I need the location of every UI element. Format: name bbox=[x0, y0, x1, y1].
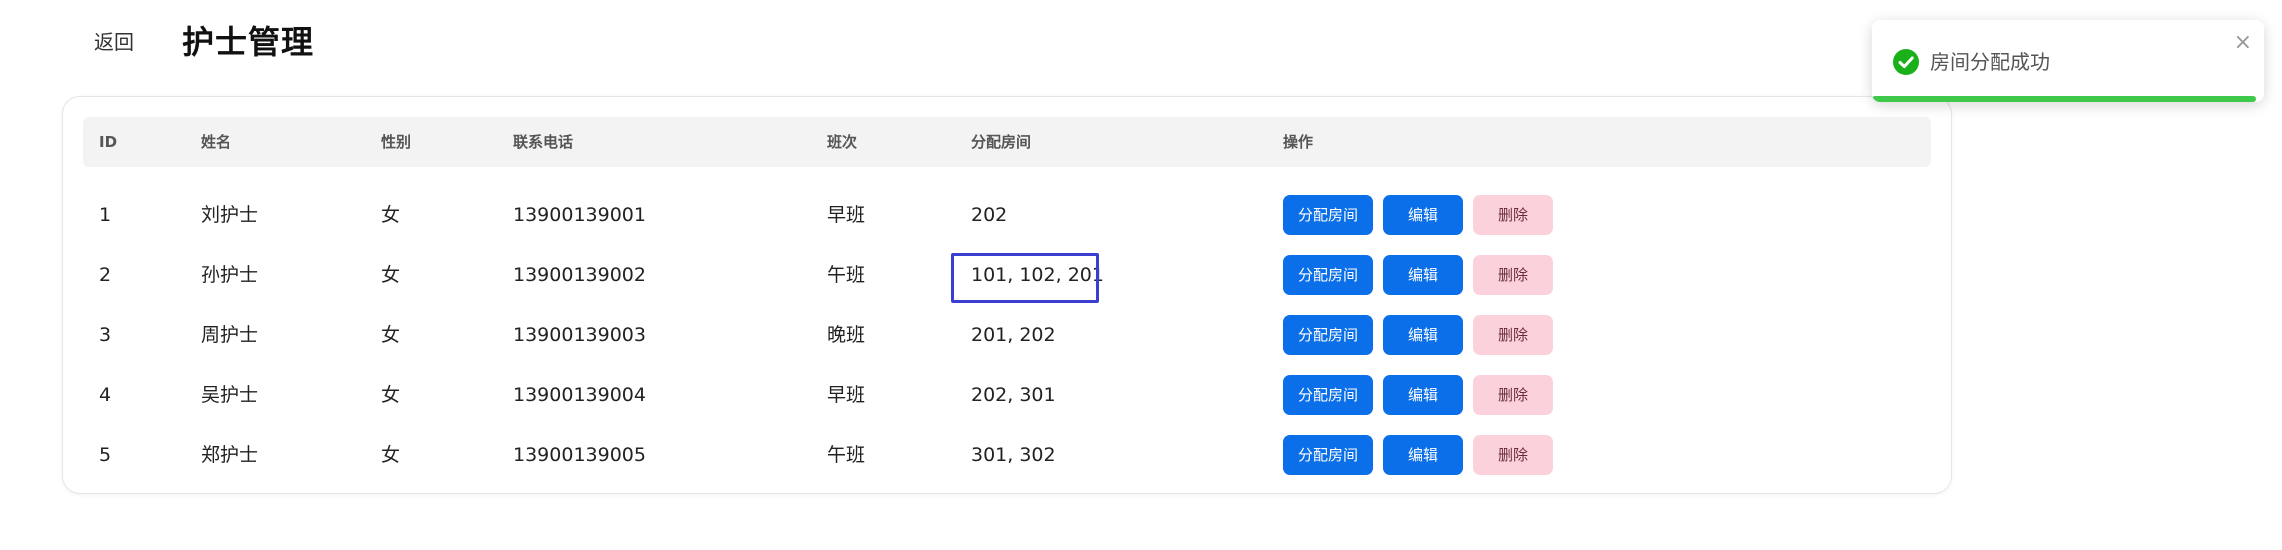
success-toast: 房间分配成功 × bbox=[1872, 20, 2264, 102]
page-title: 护士管理 bbox=[182, 23, 315, 61]
cell-shift: 早班 bbox=[827, 384, 866, 406]
cell-rooms: 201, 202 bbox=[971, 324, 1056, 346]
delete-button[interactable]: 删除 bbox=[1473, 195, 1553, 235]
assign-room-button[interactable]: 分配房间 bbox=[1283, 375, 1373, 415]
column-header-id: ID bbox=[99, 133, 118, 151]
cell-id: 3 bbox=[99, 324, 112, 346]
assign-room-button[interactable]: 分配房间 bbox=[1283, 435, 1373, 475]
cell-phone: 13900139004 bbox=[513, 384, 646, 406]
toast-progress-track bbox=[1872, 96, 2264, 102]
column-header-rooms: 分配房间 bbox=[971, 133, 1032, 151]
row-actions: 分配房间 编辑 删除 bbox=[1283, 305, 1563, 365]
delete-button[interactable]: 删除 bbox=[1473, 435, 1553, 475]
cell-name: 孙护士 bbox=[201, 264, 259, 286]
cell-name: 郑护士 bbox=[201, 444, 259, 466]
cell-gender: 女 bbox=[381, 204, 401, 226]
table-row: 3 周护士 女 13900139003 晚班 201, 202 分配房间 编辑 删除 bbox=[83, 305, 1931, 365]
edit-button[interactable]: 编辑 bbox=[1383, 255, 1463, 295]
check-circle-icon bbox=[1893, 49, 1919, 75]
assign-room-button[interactable]: 分配房间 bbox=[1283, 195, 1373, 235]
cell-rooms: 301, 302 bbox=[971, 444, 1056, 466]
edit-button[interactable]: 编辑 bbox=[1383, 375, 1463, 415]
column-header-name: 姓名 bbox=[201, 133, 232, 151]
back-link[interactable]: 返回 bbox=[94, 28, 134, 56]
cell-id: 1 bbox=[99, 204, 112, 226]
table-row: 1 刘护士 女 13900139001 早班 202 分配房间 编辑 删除 bbox=[83, 185, 1931, 245]
toast-message: 房间分配成功 bbox=[1930, 50, 2050, 74]
cell-id: 5 bbox=[99, 444, 112, 466]
column-header-gender: 性别 bbox=[381, 133, 412, 151]
cell-gender: 女 bbox=[381, 324, 401, 346]
cell-name: 刘护士 bbox=[201, 204, 259, 226]
assign-room-button[interactable]: 分配房间 bbox=[1283, 255, 1373, 295]
cell-name: 吴护士 bbox=[201, 384, 259, 406]
cell-shift: 午班 bbox=[827, 444, 866, 466]
edit-button[interactable]: 编辑 bbox=[1383, 315, 1463, 355]
cell-shift: 晚班 bbox=[827, 324, 866, 346]
row-actions: 分配房间 编辑 删除 bbox=[1283, 245, 1563, 305]
cell-id: 2 bbox=[99, 264, 112, 286]
delete-button[interactable]: 删除 bbox=[1473, 255, 1553, 295]
cell-phone: 13900139003 bbox=[513, 324, 646, 346]
cell-gender: 女 bbox=[381, 444, 401, 466]
toast-progress-bar bbox=[1872, 96, 2257, 102]
cell-phone: 13900139001 bbox=[513, 204, 646, 226]
toast-close-icon[interactable]: × bbox=[2234, 32, 2252, 54]
column-header-shift: 班次 bbox=[827, 133, 858, 151]
cell-shift: 早班 bbox=[827, 204, 866, 226]
cell-gender: 女 bbox=[381, 264, 401, 286]
cell-name: 周护士 bbox=[201, 324, 259, 346]
assign-room-button[interactable]: 分配房间 bbox=[1283, 315, 1373, 355]
cell-rooms: 202, 301 bbox=[971, 384, 1056, 406]
row-actions: 分配房间 编辑 删除 bbox=[1283, 365, 1563, 425]
edit-button[interactable]: 编辑 bbox=[1383, 435, 1463, 475]
cell-phone: 13900139005 bbox=[513, 444, 646, 466]
table-header: ID 姓名 性别 联系电话 班次 分配房间 操作 bbox=[83, 117, 1931, 167]
delete-button[interactable]: 删除 bbox=[1473, 315, 1553, 355]
row-actions: 分配房间 编辑 删除 bbox=[1283, 425, 1563, 485]
cell-rooms: 202 bbox=[971, 204, 1008, 226]
column-header-phone: 联系电话 bbox=[513, 133, 574, 151]
cell-gender: 女 bbox=[381, 384, 401, 406]
cell-phone: 13900139002 bbox=[513, 264, 646, 286]
table-row: 4 吴护士 女 13900139004 早班 202, 301 分配房间 编辑 删除 bbox=[83, 365, 1931, 425]
table-row: 2 孙护士女 13900139002 午班 101, 102, 201 分配房间 编辑 删除 bbox=[83, 245, 1931, 305]
nurse-table-card: ID 姓名 性别 联系电话 班次 分配房间 操作 1 刘护士女 1390013900… bbox=[62, 96, 1952, 494]
cell-id: 4 bbox=[99, 384, 112, 406]
cell-shift: 午班 bbox=[827, 264, 866, 286]
row-actions: 分配房间 编辑 删除 bbox=[1283, 185, 1563, 245]
rooms-highlight-box bbox=[951, 253, 1099, 303]
column-header-actions: 操作 bbox=[1283, 133, 1314, 151]
edit-button[interactable]: 编辑 bbox=[1383, 195, 1463, 235]
table-row: 5 郑护士 女 13900139005 午班 301, 302 分配房间 编辑 删除 bbox=[83, 425, 1931, 485]
delete-button[interactable]: 删除 bbox=[1473, 375, 1553, 415]
